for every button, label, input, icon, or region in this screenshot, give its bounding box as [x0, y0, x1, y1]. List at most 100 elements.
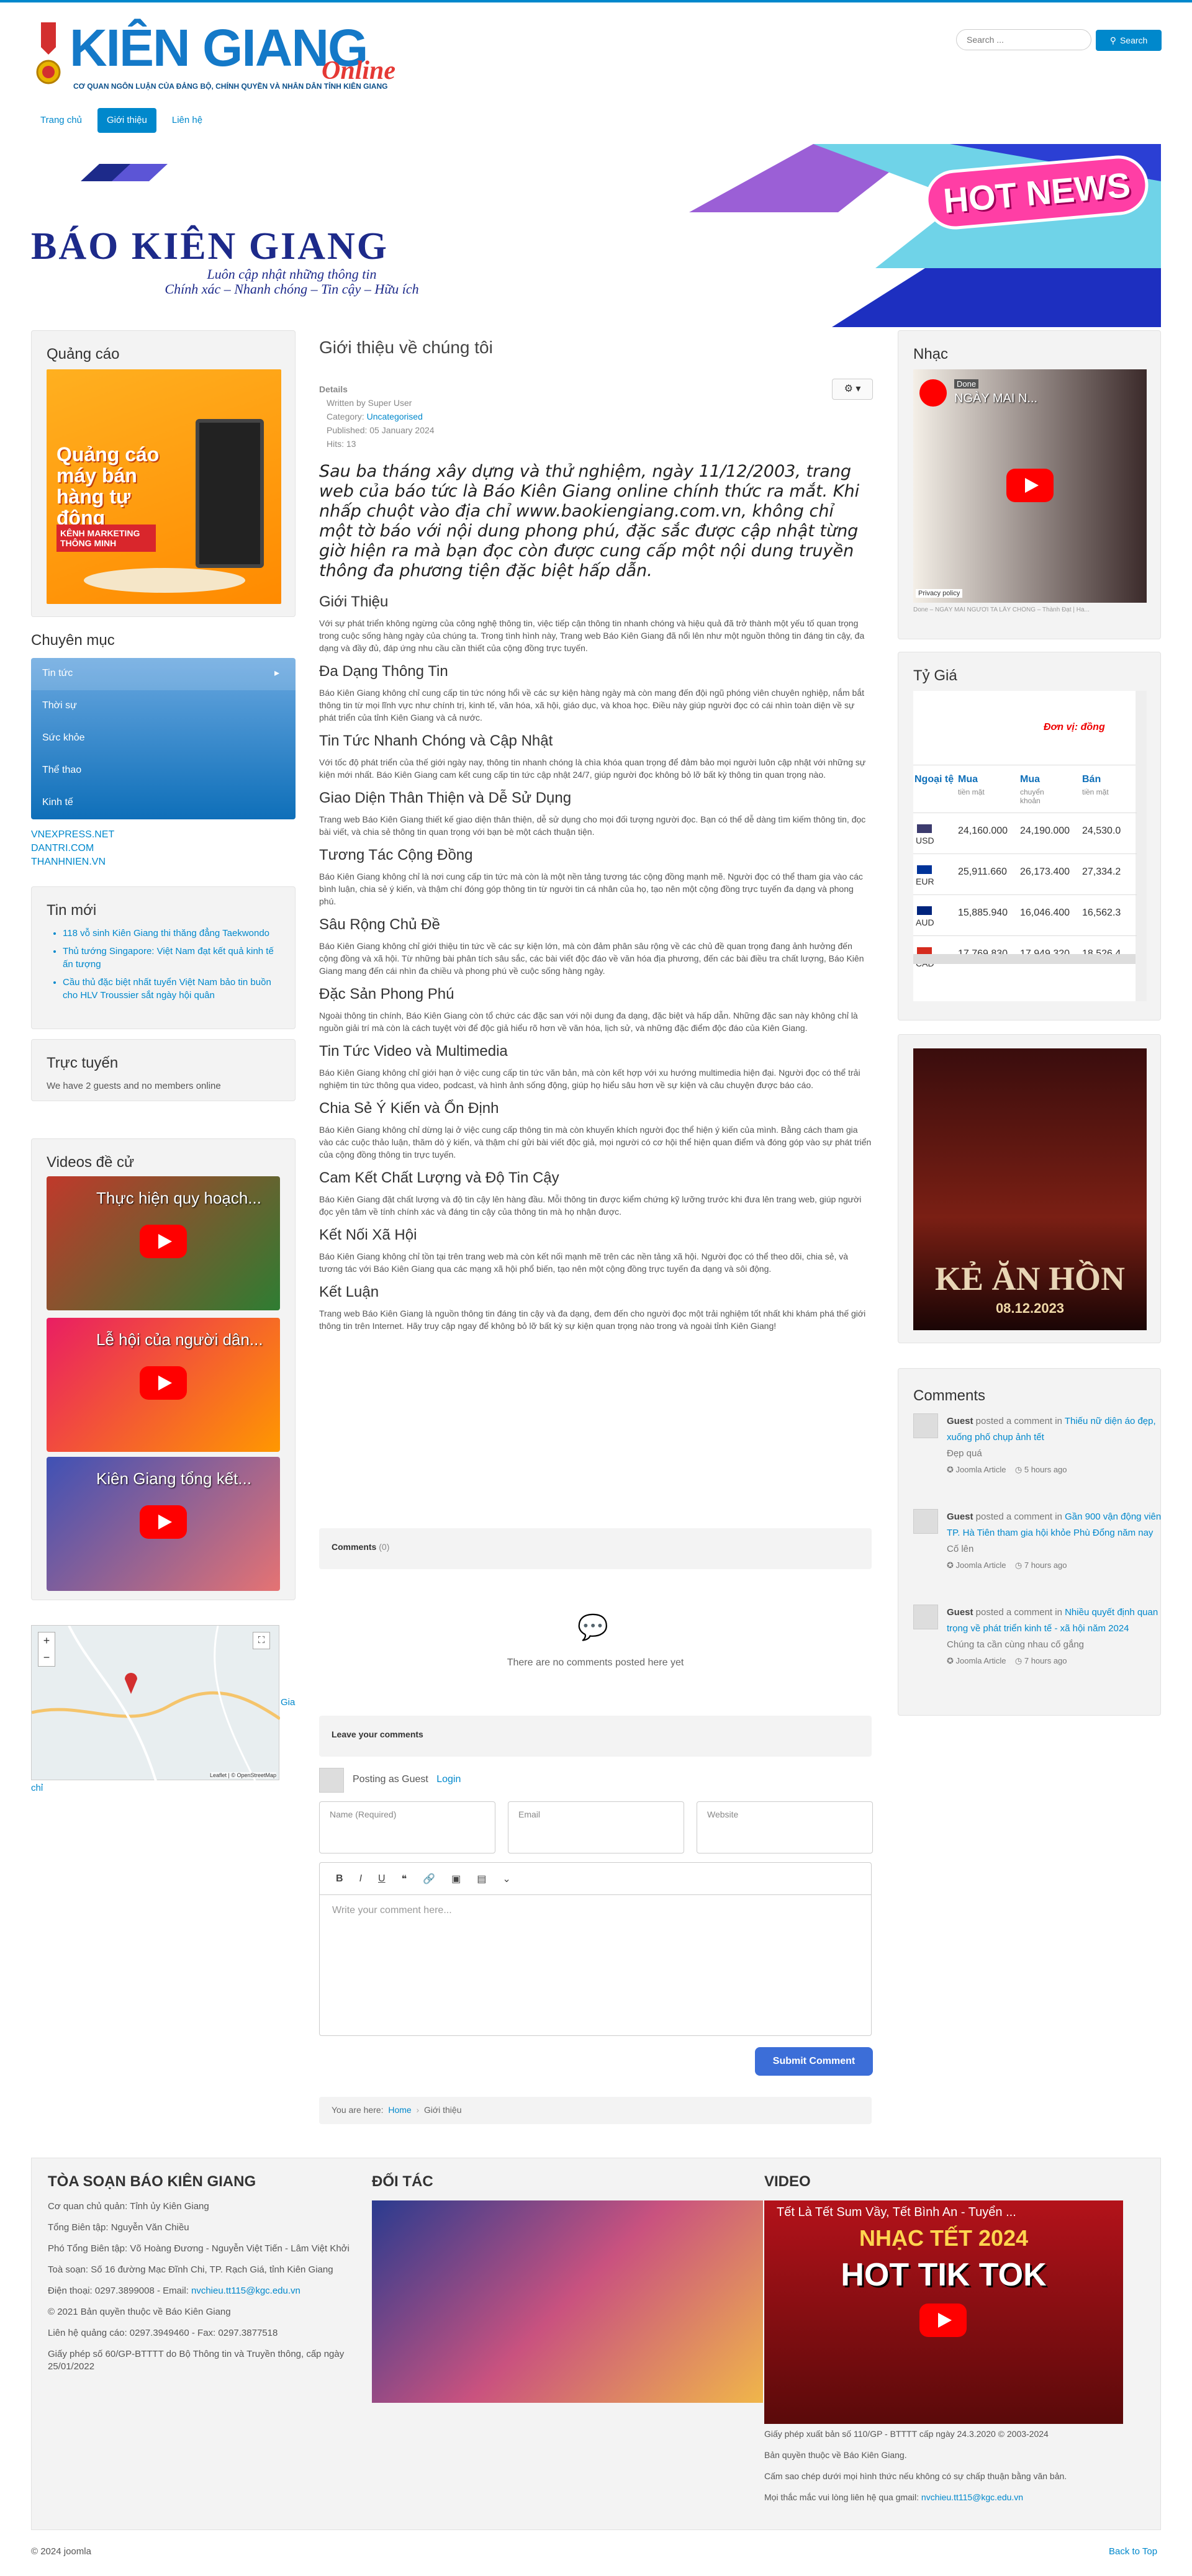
banner-tagline-2: Chính xác – Nhanh chóng – Tin cậy – Hữu …	[165, 281, 419, 297]
video-embed[interactable]: Thực hiện quy hoạch...	[47, 1176, 280, 1310]
main-nav: Trang chủ Giới thiệu Liên hệ	[31, 108, 212, 133]
category-label: Category:	[327, 412, 367, 421]
ads-image[interactable]: Quảng cáo máy bán hàng tự động KÊNH MARK…	[47, 369, 281, 604]
external-links: VNEXPRESS.NET DANTRI.COM THANHNIEN.VN	[31, 828, 114, 869]
link-icon[interactable]: 🔗	[423, 1873, 435, 1885]
details-label: Details	[319, 384, 348, 394]
back-to-top-link[interactable]: Back to Top	[1109, 2546, 1157, 2557]
news-link[interactable]: 118 vỗ sinh Kiên Giang thi thăng đẳng Ta…	[63, 928, 269, 939]
map-widget[interactable]: + − ⛶ Leaflet | © OpenStreetMap	[31, 1625, 281, 1781]
avatar	[913, 1413, 938, 1438]
link-dantri[interactable]: DANTRI.COM	[31, 843, 94, 853]
search-input[interactable]	[956, 29, 1091, 50]
rate-row: EUR 25,911.660 26,173.400 27,334.2	[913, 853, 1137, 894]
news-link[interactable]: Thủ tướng Singapore: Việt Nam đạt kết qu…	[63, 946, 274, 970]
privacy-link[interactable]: Privacy policy	[916, 589, 963, 598]
quote-icon[interactable]: ❝	[402, 1873, 407, 1885]
footer-partners: ĐỐI TÁC	[372, 2173, 763, 2403]
website-field[interactable]: Website	[697, 1801, 873, 1853]
video-icon[interactable]: ▤	[477, 1873, 486, 1885]
footer-contact-email-link[interactable]: nvchieu.tt115@kgc.edu.vn	[921, 2492, 1023, 2502]
category-item-health[interactable]: Sức khỏe	[42, 732, 85, 744]
no-comments-text: There are no comments posted here yet	[507, 1657, 684, 1668]
italic-icon[interactable]: I	[359, 1873, 362, 1885]
footer-line: Toà soạn: Số 16 đường Mạc Đĩnh Chi, TP. …	[48, 2264, 333, 2275]
image-icon[interactable]: ▣	[451, 1873, 461, 1885]
category-item-active[interactable]: Tin tức ▸	[31, 658, 296, 690]
comment-source: Joomla Article	[955, 1560, 1006, 1570]
email-field[interactable]: Email	[508, 1801, 684, 1853]
site-logo[interactable]: KIÊN GIANG Online CƠ QUAN NGÔN LUẬN CỦA …	[31, 17, 395, 94]
play-icon[interactable]	[140, 1225, 187, 1258]
footer-video-embed[interactable]: Tết Là Tết Sum Vầy, Tết Bình An - Tuyển …	[764, 2200, 1123, 2424]
page-wrapper: KIÊN GIANG Online CƠ QUAN NGÔN LUẬN CỦA …	[0, 2, 1192, 2576]
written-by: Written by Super User	[327, 398, 412, 408]
posting-as-label: Posting as Guest	[353, 1774, 428, 1785]
ads-module: Quảng cáo Quảng cáo máy bán hàng tự động…	[31, 330, 296, 617]
video-embed[interactable]: Lễ hội của người dân...	[47, 1318, 280, 1452]
header-transfer: Mua	[1020, 774, 1040, 785]
nav-item-home[interactable]: Trang chủ	[31, 108, 91, 133]
link-thanhnien[interactable]: THANHNIEN.VN	[31, 857, 106, 867]
category-item-economy[interactable]: Kinh tế	[42, 797, 73, 808]
article-intro: Sau ba tháng xây dựng và thử nghiệm, ngà…	[319, 462, 860, 580]
comments-header: Comments (0)	[319, 1528, 872, 1569]
section-paragraph: Báo Kiên Giang không chỉ cung cấp tin tứ…	[319, 688, 865, 723]
video-title: Thực hiện quy hoạch...	[96, 1189, 262, 1207]
name-field[interactable]: Name (Required)	[319, 1801, 495, 1853]
footer-email-link[interactable]: nvchieu.tt115@kgc.edu.vn	[191, 2286, 300, 2296]
fullscreen-icon[interactable]: ⛶	[253, 1632, 270, 1649]
play-icon[interactable]	[919, 2304, 967, 2337]
bold-icon[interactable]: B	[336, 1873, 343, 1885]
music-video-title: NGÀY MAI N...	[954, 392, 1038, 405]
rate-buy: 15,885.940	[958, 907, 1008, 918]
comment-placeholder[interactable]: Write your comment here...	[320, 1895, 871, 1926]
login-link[interactable]: Login	[436, 1774, 461, 1785]
avatar	[913, 1509, 938, 1534]
footer-line: Tổng Biên tập: Nguyễn Văn Chiều	[48, 2222, 189, 2233]
footer-line: Cấm sao chép dưới mọi hình thức nếu khôn…	[764, 2471, 1067, 2481]
play-icon[interactable]	[140, 1366, 187, 1400]
movie-poster[interactable]: KẺ ĂN HỒN 08.12.2023	[913, 1048, 1147, 1330]
article-details: Details Written by Super User Category: …	[319, 382, 435, 451]
comment-text: Chúng ta cần cùng nhau cố gắng	[947, 1639, 1085, 1650]
comment-source: Joomla Article	[955, 1465, 1006, 1474]
nav-item-contact[interactable]: Liên hệ	[163, 108, 212, 133]
latest-news-title: Tin mới	[47, 902, 97, 919]
play-icon[interactable]	[140, 1505, 187, 1539]
section-paragraph: Báo Kiên Giang không chỉ tồn tại trên tr…	[319, 1251, 849, 1274]
underline-icon[interactable]: U	[378, 1873, 386, 1885]
play-icon[interactable]	[1006, 469, 1054, 502]
section-paragraph: Trang web Báo Kiên Giang là nguồn thông …	[319, 1308, 866, 1331]
footer-contact: Mọi thắc mắc vui lòng liên hệ qua gmail:	[764, 2492, 921, 2502]
rate-code: USD	[916, 835, 934, 845]
category-link[interactable]: Uncategorised	[367, 412, 423, 421]
header-currency: Ngoại tệ	[914, 774, 954, 785]
video-embed[interactable]: Kiên Giang tổng kết...	[47, 1457, 280, 1591]
submit-comment-button[interactable]: Submit Comment	[755, 2047, 873, 2076]
music-video-embed[interactable]: Done NGÀY MAI N... Privacy policy	[913, 369, 1147, 603]
article-tools-button[interactable]: ⚙ ▾	[832, 379, 873, 400]
section-heading: Kết Nối Xã Hội	[319, 1227, 417, 1243]
expand-icon[interactable]: ⌄	[502, 1873, 510, 1885]
category-item-current-affairs[interactable]: Thời sự	[42, 700, 77, 711]
gear-icon: ⚙ ▾	[844, 384, 861, 394]
partner-image[interactable]	[372, 2200, 763, 2403]
rate-transfer: 16,046.400	[1020, 907, 1070, 918]
category-line: Category: Uncategorised	[319, 410, 435, 423]
link-vnexpress[interactable]: VNEXPRESS.NET	[31, 829, 114, 840]
avatar	[913, 1605, 938, 1629]
ads-image-text: Quảng cáo máy bán hàng tự động	[56, 443, 160, 529]
horizontal-scrollbar[interactable]	[913, 954, 1136, 964]
table-scrollbar[interactable]	[1136, 691, 1147, 1001]
section-paragraph: Báo Kiên Giang không chỉ giới hạn ở việc…	[319, 1068, 860, 1090]
breadcrumb-home[interactable]: Home	[388, 2105, 411, 2115]
zoom-controls[interactable]: + −	[38, 1632, 55, 1667]
category-item-sports[interactable]: Thể thao	[42, 765, 81, 776]
search-button[interactable]: ⚲ Search	[1096, 30, 1162, 51]
news-link[interactable]: Cầu thủ đặc biệt nhất tuyển Việt Nam bảo…	[63, 977, 271, 1001]
comment-editor[interactable]: B I U ❝ 🔗 ▣ ▤ ⌄ Write your comment here.…	[319, 1862, 872, 2036]
poster-module: KẺ ĂN HỒN 08.12.2023	[898, 1034, 1161, 1343]
footer-line: Bản quyền thuộc về Báo Kiên Giang.	[764, 2450, 907, 2460]
nav-item-about[interactable]: Giới thiệu	[97, 108, 156, 133]
